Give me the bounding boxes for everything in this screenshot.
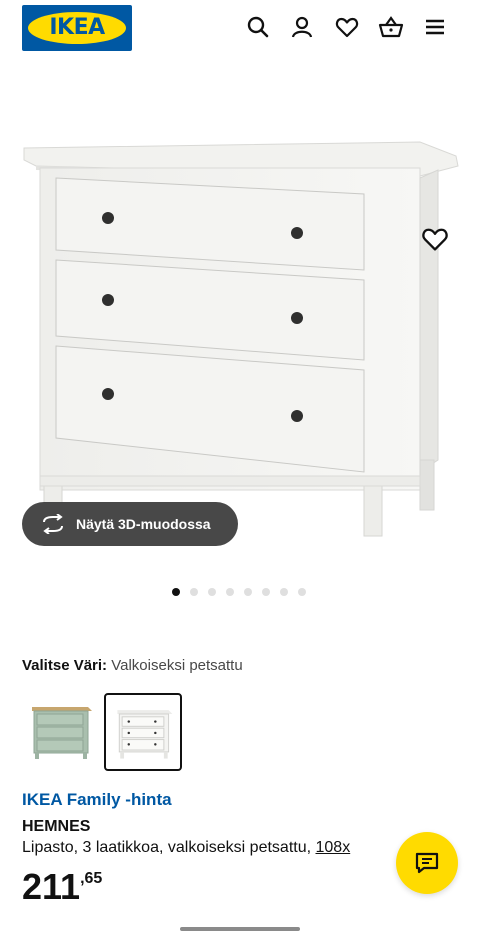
gallery-dot[interactable]	[262, 588, 270, 596]
gallery-dot[interactable]	[172, 588, 180, 596]
green-dresser-thumbnail	[32, 707, 92, 759]
white-dresser-thumbnail	[117, 710, 173, 759]
chat-icon	[415, 852, 439, 874]
header: IKEA	[0, 0, 480, 58]
gallery-pagination	[172, 588, 306, 598]
product-size-link[interactable]: 108x	[316, 839, 351, 856]
search-icon[interactable]	[245, 14, 271, 40]
swatch-green-variant[interactable]	[22, 693, 100, 771]
color-selection-row: Valitse Väri: Valkoiseksi petsattu	[22, 657, 243, 674]
color-value: Valkoiseksi petsattu	[111, 657, 243, 674]
drawer-fronts	[55, 177, 365, 473]
gallery-dot[interactable]	[190, 588, 198, 596]
profile-icon[interactable]	[289, 14, 315, 40]
product-description: Lipasto, 3 laatikkoa, valkoiseksi petsat…	[22, 839, 402, 857]
product-name: HEMNES	[22, 818, 91, 835]
gallery-dot[interactable]	[244, 588, 252, 596]
gallery-dot[interactable]	[208, 588, 216, 596]
home-indicator	[180, 927, 300, 931]
heart-icon[interactable]	[334, 14, 360, 40]
gallery-dot[interactable]	[226, 588, 234, 596]
family-price-label: IKEA Family -hinta	[22, 790, 172, 809]
rotate-3d-icon	[43, 514, 63, 534]
view-3d-label: Näytä 3D-muodossa	[76, 516, 211, 532]
gallery-dot[interactable]	[280, 588, 288, 596]
dresser-image	[23, 141, 459, 537]
logo-oval: IKEA	[28, 12, 126, 44]
product-description-text: Lipasto, 3 laatikkoa, valkoiseksi petsat…	[22, 839, 316, 856]
menu-icon[interactable]	[422, 14, 448, 40]
view-3d-button[interactable]: Näytä 3D-muodossa	[22, 502, 238, 546]
swatch-white-stain-variant[interactable]	[104, 693, 182, 771]
ikea-logo[interactable]: IKEA	[22, 5, 132, 51]
product-price: 211,65	[22, 866, 102, 908]
gallery-dot[interactable]	[298, 588, 306, 596]
price-integer: 211	[22, 866, 81, 907]
basket-icon[interactable]	[378, 14, 404, 40]
color-label: Valitse Väri:	[22, 657, 108, 674]
add-to-favourites-heart-icon[interactable]	[420, 224, 450, 254]
logo-text: IKEA	[49, 15, 105, 40]
price-decimals: ,65	[80, 870, 103, 887]
chat-button[interactable]	[396, 832, 458, 894]
